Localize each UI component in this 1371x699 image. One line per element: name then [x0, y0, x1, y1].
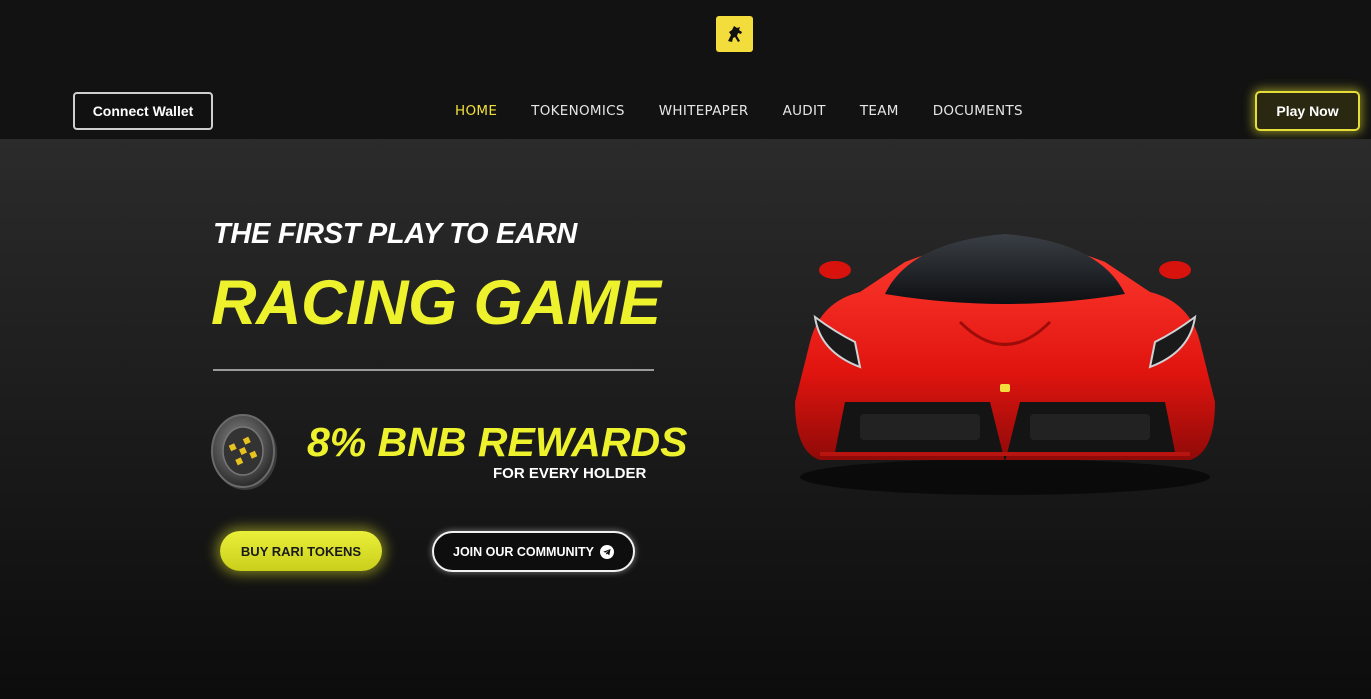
- nav-home[interactable]: HOME: [455, 101, 497, 121]
- rewards-subtitle: FOR EVERY HOLDER: [493, 465, 647, 482]
- telegram-icon: [599, 544, 614, 559]
- join-community-label: JOIN OUR COMMUNITY: [453, 544, 594, 559]
- join-community-button[interactable]: JOIN OUR COMMUNITY: [432, 531, 635, 572]
- play-now-button[interactable]: Play Now: [1255, 91, 1360, 131]
- nav-team[interactable]: TEAM: [860, 101, 899, 121]
- hero-title: RACING GAME: [211, 268, 661, 338]
- nav-audit[interactable]: AUDIT: [783, 101, 826, 121]
- top-header: Connect Wallet HOME TOKENOMICS WHITEPAPE…: [0, 0, 1371, 139]
- main-nav: HOME TOKENOMICS WHITEPAPER AUDIT TEAM DO…: [455, 101, 1057, 121]
- connect-wallet-button[interactable]: Connect Wallet: [73, 92, 213, 130]
- prancing-horse-icon[interactable]: [716, 16, 753, 52]
- buy-tokens-button[interactable]: BUY RARI TOKENS: [220, 531, 382, 571]
- bnb-coin-icon: [207, 411, 279, 491]
- nav-whitepaper[interactable]: WHITEPAPER: [659, 101, 749, 121]
- hero-divider: [213, 369, 654, 371]
- red-sports-car: [790, 222, 1220, 502]
- hero-pre-title: THE FIRST PLAY TO EARN: [213, 218, 577, 250]
- rewards-headline: 8% BNB REWARDS: [307, 419, 688, 465]
- nav-tokenomics[interactable]: TOKENOMICS: [531, 101, 625, 121]
- nav-documents[interactable]: DOCUMENTS: [933, 101, 1023, 121]
